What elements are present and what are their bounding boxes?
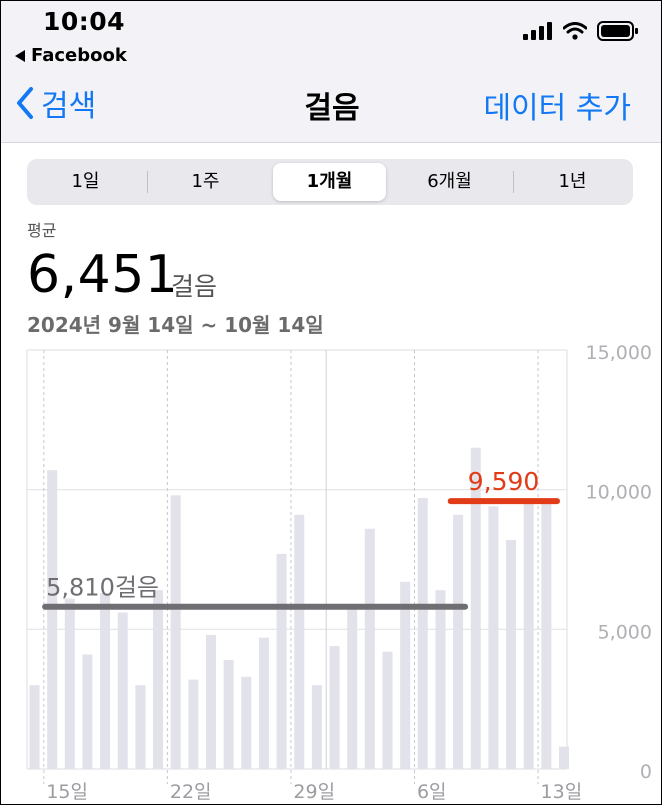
chart-bar[interactable]: [100, 593, 111, 769]
chart-bar[interactable]: [29, 685, 40, 769]
segment-week[interactable]: 1주: [149, 163, 262, 201]
chart-bar[interactable]: [276, 553, 287, 769]
y-tick-label: 0: [640, 761, 652, 783]
chart-bar[interactable]: [64, 598, 75, 769]
segment-year[interactable]: 1년: [516, 163, 629, 201]
wifi-icon: [563, 22, 587, 40]
chart-bar[interactable]: [82, 654, 93, 769]
add-data-button[interactable]: 데이터 추가: [483, 83, 631, 127]
x-tick-label: 13일: [541, 781, 583, 803]
chart-bar[interactable]: [523, 503, 534, 769]
back-to-app-button[interactable]: Facebook: [15, 45, 127, 66]
segment-divider: [513, 171, 514, 193]
chart-bar[interactable]: [453, 514, 464, 769]
x-tick-label: 29일: [293, 781, 335, 803]
back-app-label: Facebook: [31, 45, 127, 66]
chart-bar[interactable]: [311, 685, 322, 769]
x-tick-label: 6일: [417, 781, 447, 803]
chart-bar[interactable]: [400, 581, 411, 769]
chart-bar[interactable]: [329, 646, 340, 769]
segment-divider: [147, 171, 148, 193]
chart-bar[interactable]: [435, 590, 446, 769]
chart-bar[interactable]: [170, 495, 181, 769]
recent-average-label: 9,590: [468, 467, 540, 496]
chart-bar[interactable]: [47, 470, 58, 769]
chart-bar[interactable]: [559, 746, 569, 769]
chart-bar[interactable]: [364, 528, 375, 769]
status-icons: [523, 21, 639, 41]
chart-bar[interactable]: [488, 506, 499, 769]
segment-day[interactable]: 1일: [29, 163, 142, 201]
chart-bar[interactable]: [223, 660, 234, 769]
x-tick-label: 22일: [170, 781, 212, 803]
chart-bar[interactable]: [153, 590, 164, 769]
chart-bar[interactable]: [417, 498, 428, 769]
chart-bar[interactable]: [347, 606, 358, 769]
y-tick-label: 5,000: [598, 621, 652, 643]
back-triangle-icon: [15, 49, 25, 62]
chart-bar[interactable]: [541, 500, 552, 769]
chart-bar[interactable]: [135, 685, 146, 769]
chart-bar[interactable]: [258, 637, 269, 769]
screen: 10:04 Facebook 검색 걸음 데이터 추가 1일 1주 1개월 6개…: [0, 0, 662, 805]
average-unit: 걸음: [171, 272, 218, 301]
battery-icon: [597, 21, 638, 41]
average-reference-label: 5,810걸음: [46, 574, 159, 602]
chart-bar[interactable]: [506, 539, 517, 769]
average-label: 평균: [27, 221, 57, 240]
chart-bar[interactable]: [241, 676, 252, 769]
y-tick-label: 10,000: [586, 482, 652, 504]
period-segmented-control: 1일 1주 1개월 6개월 1년: [27, 159, 633, 205]
cellular-signal-icon: [523, 22, 552, 40]
y-tick-label: 15,000: [586, 342, 652, 364]
chart-bar[interactable]: [294, 514, 305, 769]
status-time: 10:04: [43, 7, 126, 36]
chart-bar[interactable]: [117, 612, 128, 769]
x-tick-label: 15일: [46, 781, 88, 803]
chart-bar[interactable]: [188, 679, 199, 769]
average-value: 6,451: [27, 245, 179, 305]
segment-month[interactable]: 1개월: [273, 163, 386, 201]
segment-6months[interactable]: 6개월: [393, 163, 506, 201]
chart-bar[interactable]: [206, 634, 216, 769]
steps-bar-chart[interactable]: 5,810걸음 9,590 15,000 10,000 5,000 0 15일 22일 29일 6…: [1, 331, 662, 805]
chart-bar[interactable]: [382, 651, 393, 769]
